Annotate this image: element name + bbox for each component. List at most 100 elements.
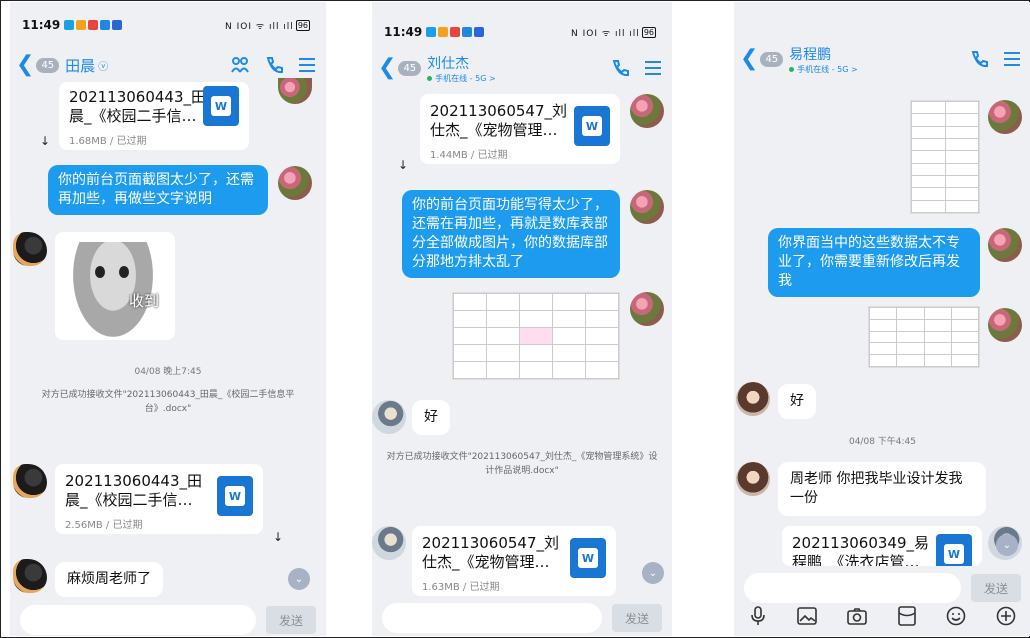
input-bar: 发送	[734, 568, 1030, 608]
time-separator: 04/08 晚上7:45	[134, 367, 202, 377]
status-bar: 11:49 N IOI ᯤ ıll ıll 96	[22, 17, 310, 33]
notification-icon	[112, 20, 123, 30]
avatar[interactable]	[372, 400, 406, 434]
image-message[interactable]	[910, 100, 980, 214]
image-icon[interactable]	[797, 607, 818, 629]
avatar[interactable]	[278, 166, 312, 200]
status-time: 11:49	[22, 18, 61, 32]
incoming-message: 麻烦周老师了	[55, 562, 163, 597]
status-signal-icons: N IOI ᯤ ıll ıll	[571, 28, 640, 39]
microphone-icon[interactable]	[749, 606, 767, 630]
download-icon[interactable]: ↓	[273, 530, 283, 544]
avatar[interactable]	[630, 190, 664, 224]
menu-icon[interactable]	[1003, 51, 1021, 67]
word-file-icon: W	[570, 538, 606, 578]
outgoing-message: 你的前台页面功能写得太少了，还需在再加些，再就是数库表部分全部做成图片，你的数据…	[402, 190, 620, 278]
red-packet-icon[interactable]	[897, 606, 916, 630]
notification-icon	[100, 20, 111, 30]
send-button[interactable]: 发送	[612, 604, 662, 632]
avatar[interactable]	[13, 464, 47, 498]
notification-icon	[88, 20, 99, 30]
message-input[interactable]	[382, 603, 602, 633]
file-message[interactable]: 202113060349_易 程鹏_《洗衣店管… W	[782, 526, 982, 566]
file-message[interactable]: 202113060547_刘 仕杰_《宠物管理… 1.63MB / 已过期 W	[412, 526, 616, 596]
system-notice: 对方已成功接收文件"202113060547_刘仕杰_《宠物管理系统》设计作品说…	[386, 452, 658, 476]
file-meta: 1.68MB / 已过期	[69, 136, 147, 147]
battery-icon: 96	[641, 26, 656, 38]
avatar[interactable]	[13, 232, 47, 266]
incoming-message: 好	[778, 384, 816, 419]
camera-icon[interactable]	[847, 607, 868, 629]
contact-name[interactable]: 易程鹏	[789, 44, 858, 64]
time-separator: 04/08 下午4:45	[848, 437, 916, 447]
message-input[interactable]	[744, 573, 961, 603]
online-status: 手机在线 - 5G >	[789, 64, 858, 75]
chat-panel-tianchen: 11:49 N IOI ᯤ ıll ıll 96 ❮ 45 田晨 ⓥ 20211…	[10, 2, 326, 636]
word-file-icon: W	[203, 86, 239, 126]
notification-icon	[76, 20, 87, 30]
unread-count-badge: 45	[760, 51, 784, 67]
avatar[interactable]	[736, 462, 770, 496]
unread-count-badge: 45	[398, 60, 422, 76]
scroll-down-icon[interactable]: ⌄	[996, 534, 1018, 556]
phone-call-icon[interactable]	[264, 55, 284, 75]
menu-icon[interactable]	[298, 57, 316, 73]
file-message[interactable]: 202113060443_田 晨_《校园二手信… 1.68MB / 已过期 W	[59, 82, 249, 150]
chat-panel-liushijie: 11:49 N IOI ᯤ ıll ıll 96 ❮ 45 刘仕杰 手机在线 -…	[372, 2, 672, 636]
group-members-icon[interactable]	[230, 55, 250, 75]
status-signal-icons: N IOI ᯤ ıll ıll	[225, 21, 294, 32]
avatar[interactable]	[630, 94, 664, 128]
back-arrow-icon[interactable]: ❮	[740, 48, 758, 70]
system-notice: 对方已成功接收文件"202113060443_田晨_《校园二手信息平台》.doc…	[41, 390, 295, 414]
phone-call-icon[interactable]	[969, 49, 989, 69]
file-message[interactable]: 202113060443_田 晨_《校园二手信… 2.56MB / 已过期 W	[55, 464, 263, 534]
outgoing-message: 你的前台页面截图太少了，还需再加些，再做些文字说明	[48, 165, 268, 215]
screenshot-frame: 11:49 N IOI ᯤ ıll ıll 96 ❮ 45 田晨 ⓥ 20211…	[0, 0, 1030, 638]
contact-name[interactable]: 刘仕杰	[427, 53, 496, 73]
sticker-text: 收到	[128, 292, 159, 310]
input-toolbar	[734, 604, 1030, 632]
file-meta: 1.63MB / 已过期	[422, 582, 500, 593]
avatar[interactable]	[278, 78, 312, 104]
notification-icon	[462, 27, 473, 37]
download-icon[interactable]: ↓	[40, 134, 50, 148]
download-icon[interactable]: ↓	[398, 158, 408, 172]
image-message[interactable]	[452, 292, 620, 380]
avatar[interactable]	[988, 308, 1022, 342]
table-screenshot-image	[453, 293, 619, 379]
word-file-icon: W	[217, 476, 253, 516]
send-button[interactable]: 发送	[971, 574, 1021, 602]
online-dot-icon	[427, 75, 433, 81]
file-message[interactable]: 202113060547_刘 仕杰_《宠物管理… 1.44MB / 已过期 W	[420, 94, 620, 164]
table-screenshot-image	[868, 307, 980, 367]
avatar[interactable]	[372, 526, 406, 560]
avatar[interactable]	[736, 382, 770, 416]
back-arrow-icon[interactable]: ❮	[16, 54, 34, 76]
avatar[interactable]	[988, 228, 1022, 262]
input-bar: 发送	[372, 598, 672, 636]
avatar[interactable]	[988, 100, 1022, 134]
menu-icon[interactable]	[644, 60, 662, 76]
file-meta: 1.44MB / 已过期	[430, 150, 508, 161]
status-bar: 11:49 N IOI ᯤ ıll ıll 96	[384, 24, 656, 40]
message-input[interactable]	[20, 605, 256, 635]
scroll-down-icon[interactable]: ⌄	[288, 568, 310, 590]
avatar[interactable]	[13, 559, 47, 593]
avatar[interactable]	[630, 292, 664, 326]
contact-name[interactable]: 田晨	[65, 55, 95, 76]
battery-icon: 96	[295, 19, 310, 31]
chat-header: ❮ 45 刘仕杰 手机在线 - 5G >	[372, 51, 672, 85]
phone-call-icon[interactable]	[610, 58, 630, 78]
sticker-message[interactable]: 收到	[55, 232, 175, 340]
table-screenshot-image	[911, 100, 979, 214]
image-message[interactable]	[868, 306, 980, 368]
word-file-icon: W	[936, 534, 972, 566]
file-meta: 2.56MB / 已过期	[65, 520, 143, 531]
send-button[interactable]: 发送	[266, 606, 316, 634]
outgoing-message: 你界面当中的这些数据太不专业了，你需要重新修改后再发我	[768, 228, 980, 297]
emoji-icon[interactable]	[946, 606, 966, 630]
plus-icon[interactable]	[996, 606, 1016, 630]
scroll-down-icon[interactable]: ⌄	[642, 562, 664, 584]
back-arrow-icon[interactable]: ❮	[378, 57, 396, 79]
notification-icon	[450, 27, 461, 37]
